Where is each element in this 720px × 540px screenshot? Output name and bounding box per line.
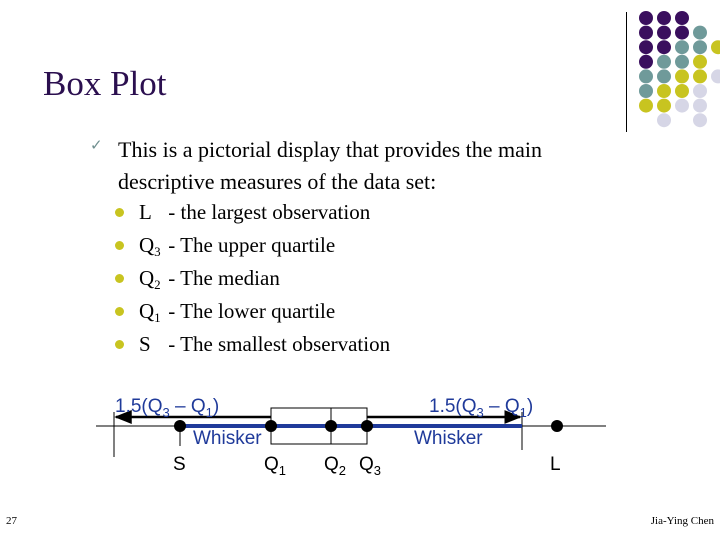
slide-title: Box Plot [43,64,167,103]
point-label-q3: Q3 [359,454,381,478]
decorative-dot [657,54,671,69]
list-item: S - The smallest observation [115,330,390,363]
page-number: 27 [6,515,17,527]
decorative-dot [675,54,689,69]
point-label-l: L [550,454,561,475]
bullet-dot-icon [115,340,124,349]
measure-description: - The smallest observation [163,332,391,356]
measure-symbol: L [139,200,152,224]
decorative-dot [657,98,671,113]
point-label-q2: Q2 [324,454,346,478]
decorative-dot [675,98,689,113]
bullet-dot-icon [115,307,124,316]
decorative-dot [675,11,689,25]
point-label-q1: Q1 [264,454,286,478]
point-l [551,420,563,432]
decorative-dot [675,25,689,40]
measure-symbol: S [139,332,151,356]
checkmark-bullet-icon: ✓ [90,136,103,154]
measure-symbol: Q [139,266,155,290]
point-label-s: S [173,454,186,475]
decorative-dot [693,98,707,113]
point-q2 [325,420,337,432]
list-item: Q1 - The lower quartile [115,297,390,330]
decorative-dot [639,25,653,40]
measure-description: - the largest observation [163,200,371,224]
decorative-dot [639,98,653,113]
measure-subscript: 2 [154,277,161,292]
point-s [174,420,186,432]
decorative-dot [693,54,707,69]
decorative-dot [657,69,671,84]
decorative-dot [693,84,707,98]
list-item: Q2 - The median [115,264,390,297]
author-name: Jia-Ying Chen [650,515,714,527]
point-q3 [361,420,373,432]
measure-subscript: 1 [154,310,161,325]
decorative-dot [657,25,671,40]
decorative-dot [657,113,671,128]
decorative-dot [639,54,653,69]
list-item: L - the largest observation [115,198,390,231]
measure-subscript: 3 [154,244,161,259]
bullet-dot-icon [115,274,124,283]
left-range-label: 1.5(Q3 – Q1) [115,396,219,420]
measure-symbol: Q [139,233,155,257]
intro-text: This is a pictorial display that provide… [118,137,543,194]
left-whisker-label: Whisker [193,428,262,449]
decorative-dot [675,69,689,84]
measure-description: - The median [163,266,280,290]
point-q1 [265,420,277,432]
decorative-dot [657,40,671,55]
decorative-dot [675,84,689,98]
right-whisker-label: Whisker [414,428,483,449]
measure-description: - The lower quartile [163,299,336,323]
list-item: Q3 - The upper quartile [115,231,390,264]
decorative-dot [693,69,707,84]
box-plot-diagram: 1.5(Q3 – Q1) 1.5(Q3 – Q1) Whisker Whiske… [96,396,606,478]
right-range-label: 1.5(Q3 – Q1) [429,396,533,420]
bullet-dot-icon [115,208,124,217]
decorative-dot [675,40,689,55]
decorative-dot [639,84,653,98]
decorative-dot [693,40,707,55]
decorative-dot [711,40,720,55]
decorative-dot [639,11,653,25]
measure-description: - The upper quartile [163,233,336,257]
decorative-dot [639,69,653,84]
decorative-dot [693,113,707,128]
decorative-dot [657,84,671,98]
decorative-dot [711,69,720,84]
decorative-dot [693,25,707,40]
decorative-dot [639,40,653,55]
measures-list: L - the largest observation Q3 - The upp… [115,198,390,363]
decorative-dot [657,11,671,25]
measure-symbol: Q [139,299,155,323]
bullet-dot-icon [115,241,124,250]
